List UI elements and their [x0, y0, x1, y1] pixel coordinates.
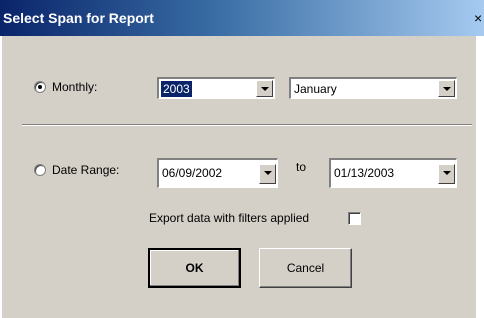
select-span-dialog: Select Span for Report × Monthly: 2003 J…	[0, 0, 484, 318]
monthly-option[interactable]: Monthly:	[34, 80, 97, 94]
year-dropdown[interactable]: 2003	[157, 77, 275, 99]
chevron-down-icon[interactable]	[438, 164, 455, 184]
monthly-label: Monthly:	[52, 80, 98, 94]
close-icon[interactable]: ×	[474, 8, 484, 28]
month-value: January	[294, 82, 337, 96]
date-range-label: Date Range:	[52, 163, 120, 177]
cancel-button[interactable]: Cancel	[259, 248, 352, 288]
to-date-dropdown[interactable]: 01/13/2003	[329, 158, 457, 188]
window-title: Select Span for Report	[3, 10, 154, 26]
to-label: to	[296, 160, 307, 174]
monthly-radio[interactable]	[34, 81, 46, 93]
title-bar: Select Span for Report ×	[0, 0, 484, 36]
month-dropdown[interactable]: January	[289, 77, 457, 99]
to-date-value: 01/13/2003	[334, 166, 395, 180]
ok-button[interactable]: OK	[148, 248, 241, 288]
from-date-value: 06/09/2002	[162, 166, 223, 180]
from-date-dropdown[interactable]: 06/09/2002	[157, 158, 278, 188]
chevron-down-icon[interactable]	[259, 164, 276, 184]
date-range-option[interactable]: Date Range:	[34, 163, 119, 177]
section-divider	[22, 124, 472, 126]
year-value: 2003	[161, 81, 192, 97]
chevron-down-icon[interactable]	[438, 80, 455, 97]
export-filters-checkbox[interactable]	[348, 212, 361, 225]
date-range-radio[interactable]	[34, 164, 46, 176]
window-left-edge	[0, 36, 2, 318]
chevron-down-icon[interactable]	[256, 80, 273, 97]
export-filters-label: Export data with filters applied	[149, 211, 310, 225]
window-right-edge	[476, 36, 484, 318]
